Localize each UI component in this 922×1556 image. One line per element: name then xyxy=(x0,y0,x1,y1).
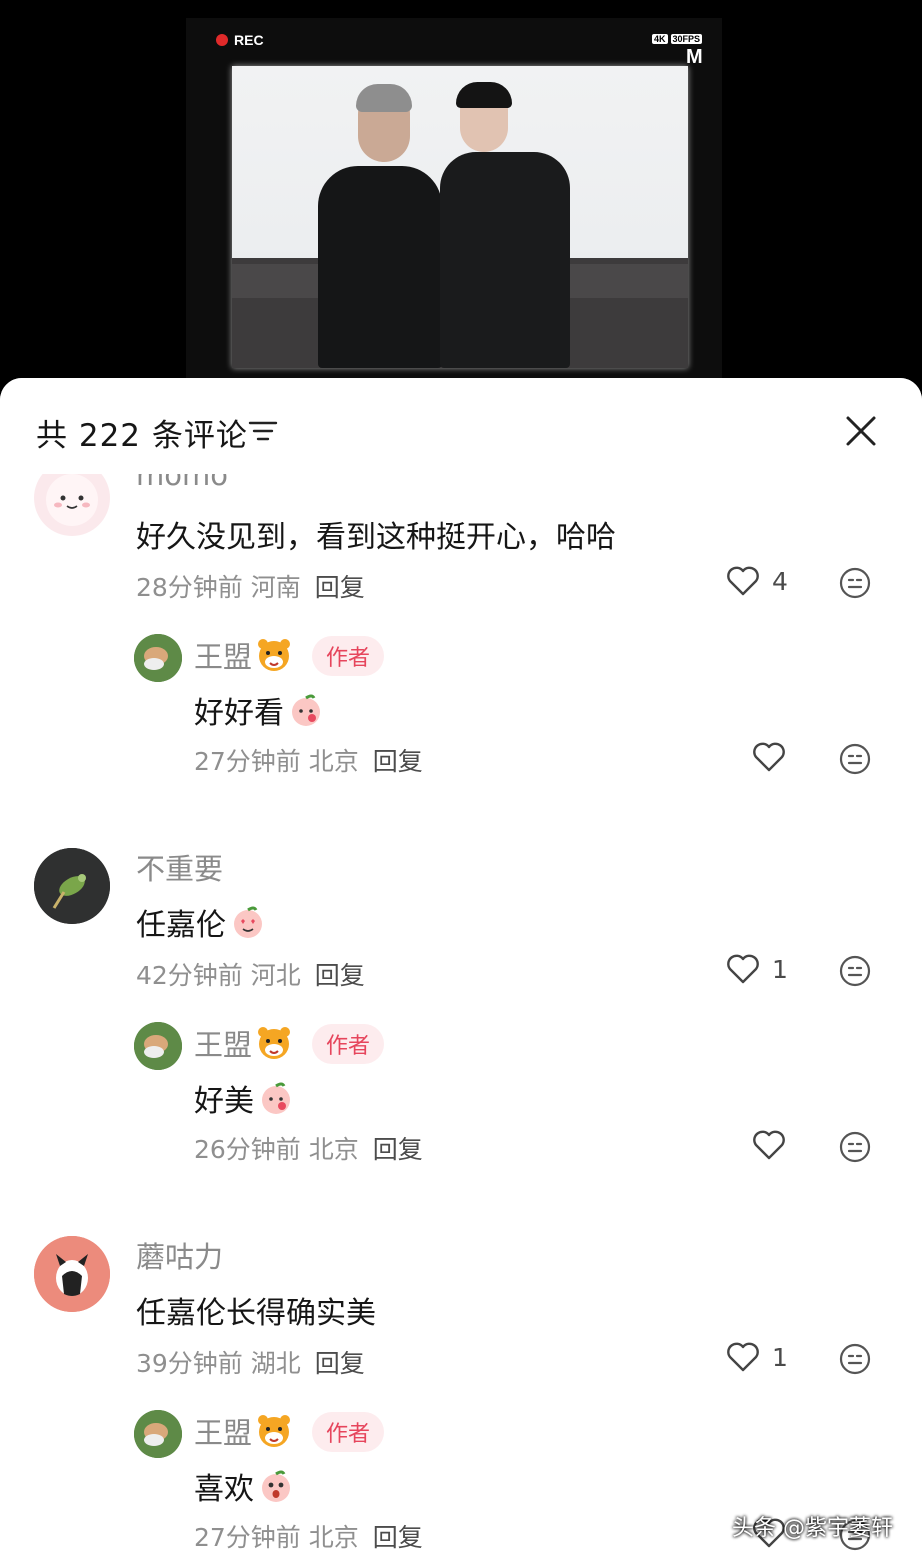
username[interactable]: 不重要 xyxy=(136,846,223,888)
user-avatar[interactable] xyxy=(34,848,110,924)
video-frame-image xyxy=(232,66,688,368)
heart-outline-icon xyxy=(753,1130,785,1160)
like-count: 1 xyxy=(772,954,788,984)
reply-meta: 26分钟前 北京 回复 xyxy=(194,1130,423,1166)
dog-avatar-icon xyxy=(134,634,182,682)
close-x-icon[interactable] xyxy=(842,412,880,450)
reply-location: 北京 xyxy=(308,1523,359,1552)
reply-time: 27分钟前 xyxy=(194,1523,301,1552)
resolution-badge: 4K 30FPS xyxy=(652,34,703,44)
comment-count-title: 共 222 条评论 xyxy=(36,418,248,454)
author-name-wrap: 王盟 xyxy=(194,634,292,676)
comment-meta: 39分钟前 湖北 回复 xyxy=(136,1344,365,1380)
badge-fps: 30FPS xyxy=(670,34,703,44)
source-watermark: 头条 @紫宇萎轩 xyxy=(732,1516,893,1541)
peach-blush-emoji-icon xyxy=(292,694,320,726)
comment-time: 42分钟前 xyxy=(136,961,243,990)
reply-button[interactable]: 回复 xyxy=(315,961,365,990)
author-username[interactable]: 王盟 xyxy=(194,634,252,676)
author-username[interactable]: 王盟 xyxy=(194,1410,252,1452)
reply-text: 好好看 xyxy=(194,696,284,731)
like-button[interactable]: 1 xyxy=(726,1342,788,1372)
author-name-wrap: 王盟 xyxy=(194,1022,292,1064)
cat-avatar-icon xyxy=(34,1236,110,1312)
reply-text: 好美 xyxy=(194,1084,254,1119)
author-tag-badge: 作者 xyxy=(312,636,385,676)
comment-text: 任嘉伦 xyxy=(136,908,226,943)
reply-button[interactable]: 回复 xyxy=(373,747,423,776)
author-tag-badge: 作者 xyxy=(312,1024,385,1064)
user-avatar[interactable] xyxy=(34,1236,110,1312)
like-button[interactable]: 1 xyxy=(726,954,788,984)
reply-button[interactable]: 回复 xyxy=(315,1349,365,1378)
tiger-face-icon xyxy=(258,1027,291,1059)
corner-logo: M xyxy=(686,46,703,68)
comment-location: 湖北 xyxy=(250,1349,301,1378)
person-left-body xyxy=(318,166,442,368)
comment-meta: 42分钟前 河北 回复 xyxy=(136,956,365,992)
emoji-reaction-icon[interactable] xyxy=(838,566,872,600)
reply-time: 26分钟前 xyxy=(194,1135,301,1164)
author-avatar[interactable] xyxy=(134,1410,182,1458)
comment-meta: 28分钟前 河南 回复 xyxy=(136,568,365,604)
reply-text: 喜欢 xyxy=(194,1472,254,1507)
reply-text-wrap: 好好看 xyxy=(194,688,324,732)
heart-outline-icon xyxy=(753,742,785,772)
rec-indicator: REC xyxy=(216,32,264,48)
tiger-face-icon xyxy=(258,639,291,671)
comment-time: 28分钟前 xyxy=(136,573,243,602)
heart-outline-icon xyxy=(727,566,759,596)
like-count: 1 xyxy=(772,1342,788,1372)
person-right-body xyxy=(440,152,570,368)
reply-time: 27分钟前 xyxy=(194,747,301,776)
author-avatar[interactable] xyxy=(134,1022,182,1070)
peach-surprised-emoji-icon xyxy=(262,1470,290,1502)
comment-sheet: 共 222 条评论 momo 好久没见到，看到这种挺开心，哈哈 28分钟前 河南… xyxy=(0,378,922,1556)
emoji-reaction-icon[interactable] xyxy=(838,954,872,988)
filter-lines-icon[interactable] xyxy=(248,420,278,442)
reply-location: 北京 xyxy=(308,747,359,776)
username[interactable]: 蘑咕力 xyxy=(136,1234,223,1276)
person-right-hair xyxy=(456,82,512,108)
comment-time: 39分钟前 xyxy=(136,1349,243,1378)
peach-blush-emoji-icon xyxy=(262,1082,290,1114)
emoji-reaction-icon[interactable] xyxy=(838,742,872,776)
reply-text-wrap: 好美 xyxy=(194,1076,294,1120)
reply-button[interactable]: 回复 xyxy=(373,1135,423,1164)
comment-text-wrap: 任嘉伦 xyxy=(136,900,266,944)
like-button[interactable] xyxy=(752,742,786,772)
heart-outline-icon xyxy=(727,1342,759,1372)
reply-meta: 27分钟前 北京 回复 xyxy=(194,1518,423,1554)
dog-avatar-icon xyxy=(134,1022,182,1070)
reply-text-wrap: 喜欢 xyxy=(194,1464,294,1508)
author-avatar[interactable] xyxy=(134,634,182,682)
video-player[interactable]: REC 4K 30FPS M xyxy=(0,0,922,400)
heart-outline-icon xyxy=(727,954,759,984)
sheet-header: 共 222 条评论 xyxy=(0,378,922,474)
reply-meta: 27分钟前 北京 回复 xyxy=(194,742,423,778)
reply-location: 北京 xyxy=(308,1135,359,1164)
like-button[interactable] xyxy=(752,1130,786,1160)
emoji-reaction-icon[interactable] xyxy=(838,1130,872,1164)
comment-text: 任嘉伦长得确实美 xyxy=(136,1296,376,1331)
author-tag-badge: 作者 xyxy=(312,1412,385,1452)
rec-dot-icon xyxy=(216,34,228,46)
comment-location: 河南 xyxy=(250,573,301,602)
comment-location: 河北 xyxy=(250,961,301,990)
rec-label: REC xyxy=(234,32,264,48)
author-username[interactable]: 王盟 xyxy=(194,1022,252,1064)
comment-text: 好久没见到，看到这种挺开心，哈哈 xyxy=(136,520,616,555)
dog-avatar-icon xyxy=(134,1410,182,1458)
like-count: 4 xyxy=(772,566,788,596)
tiger-face-icon xyxy=(258,1415,291,1447)
reply-button[interactable]: 回复 xyxy=(315,573,365,602)
emoji-reaction-icon[interactable] xyxy=(838,1342,872,1376)
like-button[interactable]: 4 xyxy=(726,566,788,596)
peach-heart-eyes-emoji-icon xyxy=(234,906,262,938)
reply-button[interactable]: 回复 xyxy=(373,1523,423,1552)
person-left-hair xyxy=(356,84,412,112)
bird-avatar-icon xyxy=(34,848,110,924)
badge-4k: 4K xyxy=(652,34,668,44)
author-name-wrap: 王盟 xyxy=(194,1410,292,1452)
